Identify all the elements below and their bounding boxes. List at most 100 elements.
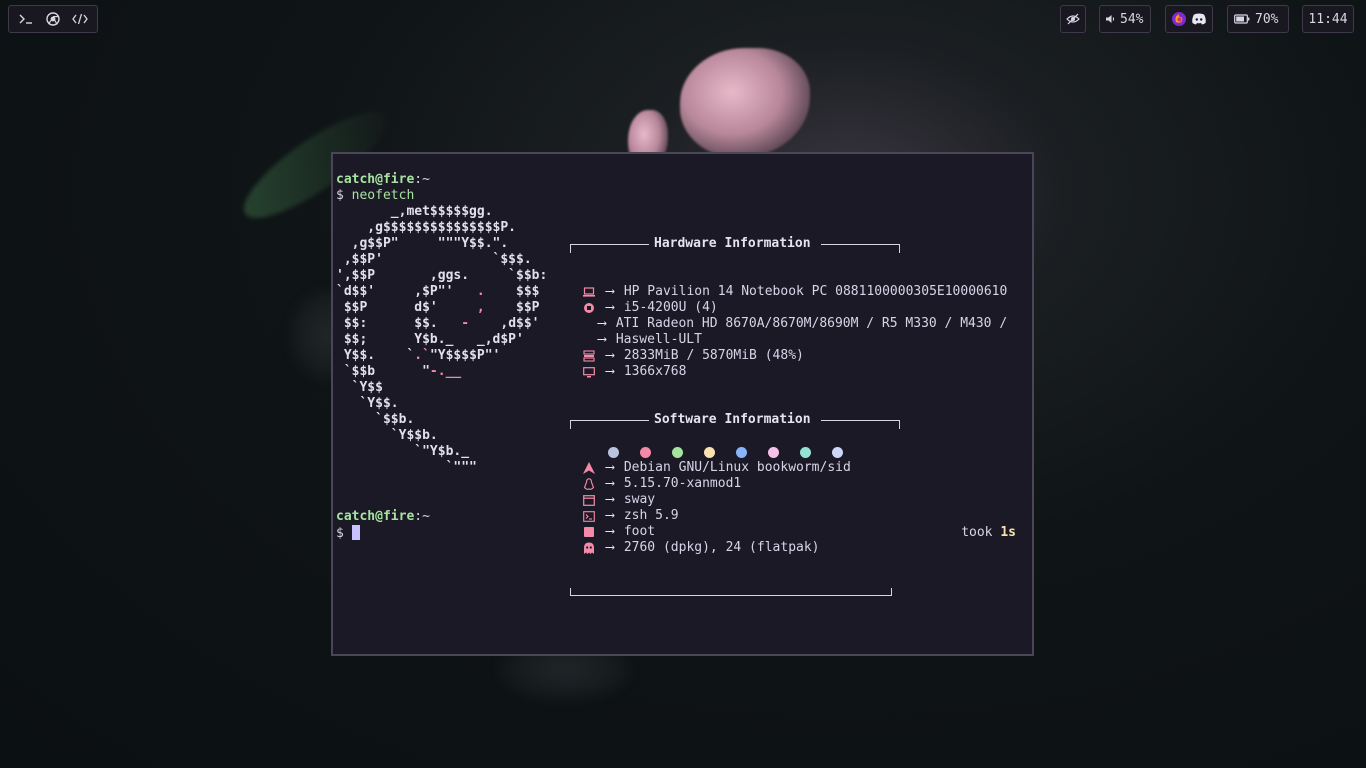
palette-dot bbox=[672, 447, 683, 458]
palette-dot bbox=[736, 447, 747, 458]
ascii-line: $$: $$. - ,d$$' bbox=[336, 316, 540, 331]
battery-icon bbox=[1233, 8, 1251, 30]
command-line: $ neofetch bbox=[336, 188, 1032, 204]
prompt-user: catch@fire bbox=[336, 509, 415, 524]
info-row: ⟶ 2760 (dpkg), 24 (flatpak) bbox=[570, 540, 1030, 556]
info-row: ⟶ ATI Radeon HD 8670A/8670M/8690M / R5 M3… bbox=[570, 316, 1030, 332]
ascii-line: `""" bbox=[336, 460, 477, 475]
palette-dot bbox=[640, 447, 651, 458]
ascii-line: $$; Y$b._ _,d$P' bbox=[336, 332, 524, 347]
info-row: ⟶ 1366x768 bbox=[570, 364, 1030, 380]
palette-dot bbox=[800, 447, 811, 458]
debian-ascii-logo: _,met$$$$$gg. ,g$$$$$$$$$$$$$$$P. ,g$$P"… bbox=[336, 204, 547, 476]
ascii-line: Y$$. `.`"Y$$$$P"' bbox=[336, 348, 501, 363]
arrow-icon: ⟶ bbox=[606, 300, 614, 315]
info-value: 2833MiB / 5870MiB (48%) bbox=[623, 348, 804, 363]
info-row: ⟶ sway bbox=[570, 492, 1030, 508]
hardware-title: Hardware Information bbox=[654, 236, 811, 251]
software-section-header: Software Information bbox=[570, 412, 900, 429]
palette-dot bbox=[608, 447, 619, 458]
arrow-icon: ⟶ bbox=[606, 524, 614, 539]
memory-icon bbox=[582, 350, 596, 362]
battery-widget[interactable]: 70% bbox=[1227, 5, 1289, 33]
arrow-icon: ⟶ bbox=[606, 348, 614, 363]
info-row: ⟶ 2833MiB / 5870MiB (48%) bbox=[570, 348, 1030, 364]
arrow-icon: ⟶ bbox=[606, 476, 614, 491]
terminal-window[interactable]: catch@fire:~ $ neofetch _,met$$$$$gg. ,g… bbox=[331, 152, 1034, 656]
info-value: zsh 5.9 bbox=[623, 508, 679, 523]
command-duration: took 1s bbox=[961, 525, 1016, 541]
took-value: 1s bbox=[1000, 525, 1016, 540]
bottom-prompt: catch@fire:~ $ bbox=[336, 509, 430, 541]
ascii-line: `Y$$b. bbox=[336, 428, 438, 443]
ascii-line: `d$$' ,$P"' . $$$ bbox=[336, 284, 540, 299]
info-row: ⟶ zsh 5.9 bbox=[570, 508, 1030, 524]
discord-icon[interactable] bbox=[1189, 8, 1209, 30]
info-value: Debian GNU/Linux bookworm/sid bbox=[623, 460, 851, 475]
arrow-icon: ⟶ bbox=[598, 332, 606, 347]
ascii-line: ',$$P ,ggs. `$$b: bbox=[336, 268, 548, 283]
arrow-icon: ⟶ bbox=[606, 364, 614, 379]
window-icon bbox=[582, 494, 596, 506]
tray-group bbox=[1165, 5, 1213, 33]
volume-widget[interactable]: 54% bbox=[1099, 5, 1151, 33]
took-label: took bbox=[961, 525, 993, 540]
eye-slash-icon bbox=[1062, 8, 1084, 30]
prompt-symbol: $ bbox=[336, 188, 344, 203]
volume-level: 54% bbox=[1120, 11, 1144, 27]
chrome-icon[interactable] bbox=[42, 8, 64, 30]
info-row: ⟶ HP Pavilion 14 Notebook PC 088110000030… bbox=[570, 284, 1030, 300]
prompt-cwd: :~ bbox=[414, 172, 430, 187]
prompt-line: catch@fire:~ bbox=[336, 172, 1032, 188]
info-value: foot bbox=[623, 524, 656, 539]
info-value: HP Pavilion 14 Notebook PC 0881100000305… bbox=[623, 284, 1008, 299]
arrow-icon: ⟶ bbox=[606, 508, 614, 523]
code-icon[interactable] bbox=[69, 8, 91, 30]
palette-dot bbox=[832, 447, 843, 458]
info-value: 2760 (dpkg), 24 (flatpak) bbox=[623, 540, 820, 555]
clock-widget[interactable]: 11:44 bbox=[1302, 5, 1354, 33]
battery-level: 70% bbox=[1255, 11, 1279, 27]
ascii-line: `"Y$b._ bbox=[336, 444, 470, 459]
hardware-section-header: Hardware Information bbox=[570, 236, 900, 253]
ascii-line: ,g$$$$$$$$$$$$$$$P. bbox=[336, 220, 517, 235]
app-launcher-group bbox=[8, 5, 98, 33]
info-value: i5-4200U (4) bbox=[623, 300, 718, 315]
volume-icon bbox=[1104, 8, 1116, 30]
ascii-line: ,g$$P" """Y$$.". bbox=[336, 236, 509, 251]
clock-time: 11:44 bbox=[1308, 11, 1348, 27]
color-palette bbox=[608, 447, 864, 458]
ascii-line: ,$$P' `$$$. bbox=[336, 252, 532, 267]
privacy-indicator[interactable] bbox=[1060, 5, 1086, 33]
info-row: ⟶ Debian GNU/Linux bookworm/sid bbox=[570, 460, 1030, 476]
info-value: sway bbox=[623, 492, 656, 507]
info-value: 1366x768 bbox=[623, 364, 687, 379]
palette-dot bbox=[704, 447, 715, 458]
terminal-icon[interactable] bbox=[15, 8, 37, 30]
arrow-icon: ⟶ bbox=[606, 540, 614, 555]
terminal-square-icon bbox=[582, 527, 596, 537]
ascii-line: `Y$$. bbox=[336, 396, 399, 411]
prompt-user: catch@fire bbox=[336, 172, 415, 187]
ascii-line: $$P d$' , $$P bbox=[336, 300, 540, 315]
prompt-cwd: :~ bbox=[414, 509, 430, 524]
info-row: ⟶ Haswell-ULT bbox=[570, 332, 1030, 348]
command-text: neofetch bbox=[351, 188, 415, 203]
arrow-icon: ⟶ bbox=[598, 316, 606, 331]
info-row: ⟶ 5.15.70-xanmod1 bbox=[570, 476, 1030, 492]
info-value: 5.15.70-xanmod1 bbox=[623, 476, 742, 491]
section-bottom-border bbox=[570, 588, 1030, 604]
system-info: Hardware Information ⟶ HP Pavilion 14 Not… bbox=[570, 204, 1030, 636]
info-row: ⟶ i5-4200U (4) bbox=[570, 300, 1030, 316]
monitor-icon bbox=[582, 366, 596, 378]
info-value: Haswell-ULT bbox=[615, 332, 702, 347]
ascii-line: `$$b "-.__ bbox=[336, 364, 462, 379]
text-cursor[interactable] bbox=[351, 525, 360, 540]
palette-dot bbox=[768, 447, 779, 458]
prompt-symbol: $ bbox=[336, 526, 344, 541]
ascii-line: `Y$$ bbox=[336, 380, 383, 395]
wallpaper-petal bbox=[680, 48, 810, 158]
firefox-icon[interactable] bbox=[1169, 8, 1189, 30]
ascii-line: _,met$$$$$gg. bbox=[336, 204, 493, 219]
ascii-line: `$$b. bbox=[336, 412, 415, 427]
